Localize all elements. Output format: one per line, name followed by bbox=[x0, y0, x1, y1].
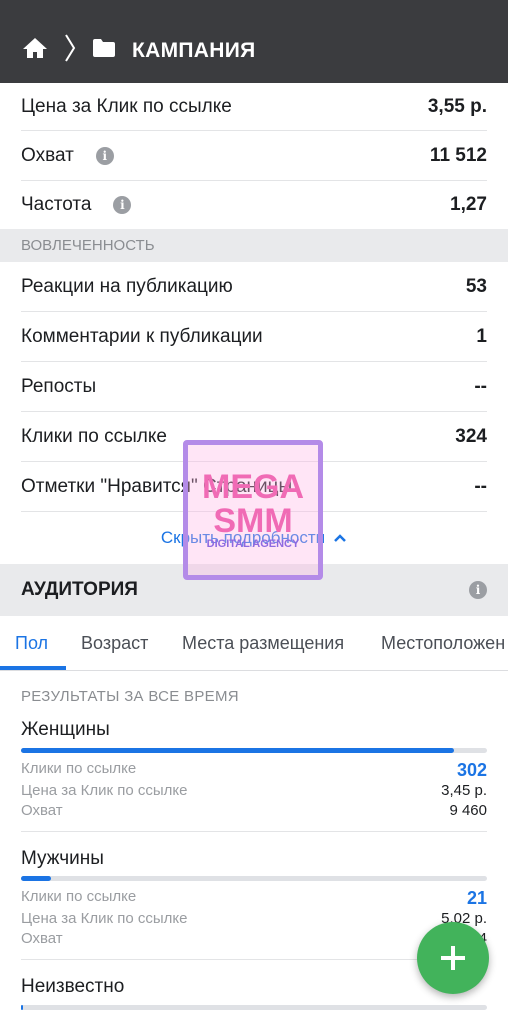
hide-details-link[interactable]: Скрыть подробности bbox=[0, 512, 508, 564]
info-icon[interactable]: i bbox=[113, 196, 132, 214]
metric-label: Клики по ссылке bbox=[21, 760, 137, 777]
share-bar-fill bbox=[21, 1005, 24, 1010]
metric-value: 21 bbox=[466, 888, 487, 908]
metric-line: Охват 9 460 bbox=[21, 802, 487, 819]
engagement-row: Репосты -- bbox=[0, 362, 508, 412]
share-bar-fill bbox=[21, 748, 455, 753]
metric-label: Цена за Клик по ссылке bbox=[21, 782, 188, 799]
metric-label: Цена за Клик по ссылке bbox=[21, 96, 232, 117]
metric-label: Репосты bbox=[21, 376, 97, 397]
folder-icon bbox=[92, 38, 116, 63]
metric-value: -- bbox=[474, 476, 487, 497]
add-button[interactable] bbox=[417, 922, 489, 994]
group-name: Неизвестно bbox=[21, 976, 125, 997]
share-bar-fill bbox=[21, 876, 52, 881]
metric-line: Цена за Клик по ссылке 5,02 р. bbox=[21, 910, 487, 927]
page-title: КАМПАНИЯ bbox=[132, 38, 256, 62]
metric-label: Охват bbox=[21, 930, 63, 947]
engagement-row: Клики по ссылке 324 bbox=[0, 412, 508, 462]
engagement-row: Реакции на публикацию 53 bbox=[0, 262, 508, 312]
audience-section-header: АУДИТОРИЯ i bbox=[0, 564, 508, 616]
metric-value: 324 bbox=[455, 426, 487, 447]
section-title: АУДИТОРИЯ bbox=[21, 579, 138, 600]
metric-value: 9 460 bbox=[449, 802, 487, 819]
tab-placements[interactable]: Места размещения bbox=[182, 616, 344, 670]
metric-label: Охват bbox=[21, 145, 74, 166]
metric-label: Частота bbox=[21, 194, 92, 215]
tab-age[interactable]: Возраст bbox=[81, 616, 148, 670]
metric-label: Клики по ссылке bbox=[21, 426, 167, 447]
active-tab-indicator bbox=[0, 666, 66, 670]
info-icon[interactable]: i bbox=[469, 581, 487, 599]
metric-label: Клики по ссылке bbox=[21, 888, 137, 905]
hide-details-label: Скрыть подробности bbox=[160, 528, 326, 547]
breadcrumb: КАМПАНИЯ bbox=[22, 33, 256, 68]
metric-row-cpc: Цена за Клик по ссылке 3,55 р. bbox=[0, 83, 508, 131]
metric-row-reach: Охват i 11 512 bbox=[0, 131, 508, 181]
metric-line: Цена за Клик по ссылке 3,45 р. bbox=[21, 782, 487, 799]
metric-label: Комментарии к публикации bbox=[21, 326, 263, 347]
share-bar bbox=[21, 1005, 487, 1010]
metric-label: Цена за Клик по ссылке bbox=[21, 910, 188, 927]
metric-label: Охват bbox=[21, 802, 63, 819]
info-icon[interactable]: i bbox=[95, 147, 114, 165]
plus-icon bbox=[441, 946, 465, 970]
engagement-row: Отметки "Нравится" Страницы -- bbox=[0, 462, 508, 512]
metric-value: 11 512 bbox=[429, 145, 487, 166]
home-icon[interactable] bbox=[22, 37, 48, 64]
group-name: Мужчины bbox=[21, 848, 104, 869]
metric-value: 1 bbox=[476, 326, 487, 347]
app-header: КАМПАНИЯ bbox=[0, 0, 508, 83]
metric-label: Отметки "Нравится" Страницы bbox=[21, 476, 293, 497]
chevron-up-icon bbox=[333, 528, 347, 548]
section-label: ВОВЛЕЧЕННОСТЬ bbox=[21, 237, 155, 254]
metric-value: 3,55 р. bbox=[427, 96, 487, 117]
metric-value: 1,27 bbox=[450, 194, 487, 215]
share-bar bbox=[21, 876, 487, 881]
results-title: РЕЗУЛЬТАТЫ ЗА ВСЕ ВРЕМЯ bbox=[21, 688, 239, 705]
metric-line: Охват 1 9…4 bbox=[21, 930, 487, 947]
tab-gender[interactable]: Пол bbox=[15, 616, 48, 670]
audience-tabs: Пол Возраст Места размещения Местоположе… bbox=[0, 616, 508, 671]
metric-row-frequency: Частота i 1,27 bbox=[0, 181, 508, 229]
metric-value: 302 bbox=[456, 760, 487, 780]
metric-line: Клики по ссылке 302 bbox=[21, 760, 487, 781]
metric-line: Клики по ссылке 21 bbox=[21, 888, 487, 909]
metric-label: Реакции на публикацию bbox=[21, 276, 233, 297]
group-name: Женщины bbox=[21, 719, 110, 740]
share-bar bbox=[21, 748, 487, 753]
metric-value: -- bbox=[474, 376, 487, 397]
engagement-row: Комментарии к публикации 1 bbox=[0, 312, 508, 362]
tab-location[interactable]: Местоположен bbox=[381, 616, 505, 670]
divider bbox=[21, 831, 487, 832]
metric-value: 3,45 р. bbox=[441, 782, 487, 799]
engagement-section-header: ВОВЛЕЧЕННОСТЬ bbox=[0, 229, 508, 262]
chevron-right-icon bbox=[64, 33, 76, 68]
metric-value: 53 bbox=[465, 276, 487, 297]
